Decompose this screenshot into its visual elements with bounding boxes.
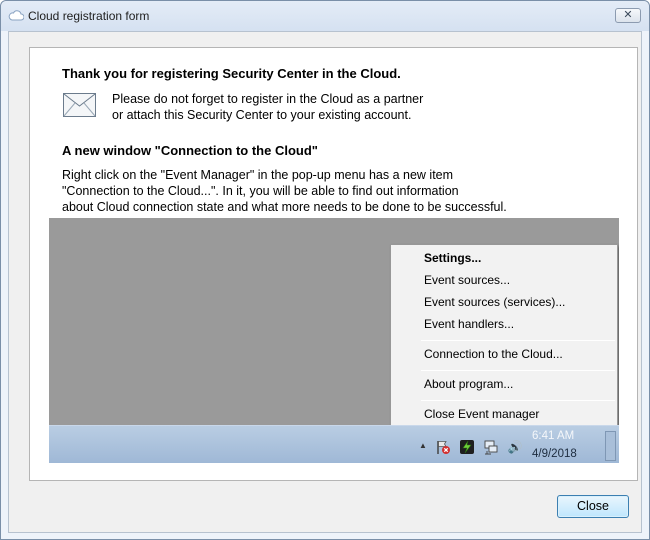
register-note-line: Please do not forget to register in the …: [112, 92, 424, 106]
description-line: Right click on the "Event Manager" in th…: [62, 168, 454, 182]
menu-item-settings: Settings...: [424, 251, 482, 265]
new-window-heading: A new window "Connection to the Cloud": [62, 143, 318, 158]
menu-item-connection-to-cloud: Connection to the Cloud...: [424, 347, 563, 361]
description: Right click on the "Event Manager" in th…: [62, 167, 507, 215]
description-line: "Connection to the Cloud...". In it, you…: [62, 184, 459, 198]
content-panel: Thank you for registering Security Cente…: [29, 47, 638, 481]
client-area: Thank you for registering Security Cente…: [8, 31, 642, 533]
window-close-button[interactable]: ✕: [615, 8, 641, 23]
taskbar: ▲ 🔊 6:41 AM 4/9/2018: [49, 425, 619, 463]
tray-expand-arrow-icon: ▲: [419, 441, 427, 450]
register-note: Please do not forget to register in the …: [112, 91, 423, 123]
title-bar[interactable]: Cloud registration form ✕: [1, 1, 649, 31]
tray-date: 4/9/2018: [532, 448, 577, 460]
register-note-line: or attach this Security Center to your e…: [112, 108, 412, 122]
show-desktop-button: [605, 431, 616, 461]
thank-you-heading: Thank you for registering Security Cente…: [62, 66, 401, 81]
menu-item-event-sources-services: Event sources (services)...: [424, 295, 566, 309]
envelope-icon: [63, 93, 96, 117]
menu-separator: [421, 340, 615, 341]
cloud-icon: [8, 10, 24, 21]
menu-item-event-handlers: Event handlers...: [424, 317, 515, 331]
tray-time: 6:41 AM: [532, 430, 575, 442]
menu-item-close-event-manager: Close Event manager: [424, 407, 540, 421]
menu-separator: [421, 400, 615, 401]
dialog-window: Cloud registration form ✕ Thank you for …: [0, 0, 650, 540]
context-menu-illustration: Settings... Event sources... Event sourc…: [49, 218, 619, 463]
close-button[interactable]: Close: [557, 495, 629, 518]
network-icon: [484, 440, 498, 455]
volume-icon: 🔊: [507, 440, 523, 454]
event-manager-icon: [460, 440, 474, 454]
description-line: about Cloud connection state and what mo…: [62, 200, 507, 214]
menu-item-about-program: About program...: [424, 377, 514, 391]
window-title: Cloud registration form: [28, 9, 150, 23]
flag-alert-icon: [437, 441, 450, 454]
menu-item-event-sources: Event sources...: [424, 273, 511, 287]
context-menu: Settings... Event sources... Event sourc…: [390, 244, 618, 426]
menu-separator: [421, 370, 615, 371]
